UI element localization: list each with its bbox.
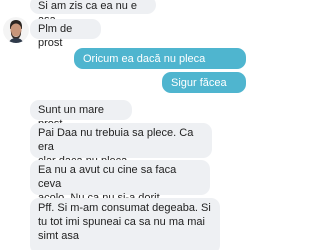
outgoing-message: Sigur făcea cv bbox=[162, 72, 246, 103]
incoming-message: Si am zis ca ea nu e asa bbox=[30, 0, 156, 26]
outgoing-message: Oricum ea dacă nu pleca marco bbox=[74, 48, 246, 79]
incoming-message: Plm de prost bbox=[30, 19, 101, 49]
contact-avatar[interactable] bbox=[3, 17, 29, 43]
chat-screen: Si am zis ca ea nu e asa Plm de prost Or… bbox=[0, 0, 250, 250]
incoming-message: Pff. Si m-am consumat degeaba. Si tu tot… bbox=[30, 198, 220, 250]
incoming-message: Sunt un mare prost bbox=[30, 100, 132, 130]
person-avatar-icon bbox=[3, 17, 29, 43]
incoming-message: Pai Daa nu trebuia sa plece. Ca era clar… bbox=[30, 123, 212, 167]
incoming-message: Ea nu a avut cu cine sa faca ceva acolo.… bbox=[30, 160, 210, 204]
